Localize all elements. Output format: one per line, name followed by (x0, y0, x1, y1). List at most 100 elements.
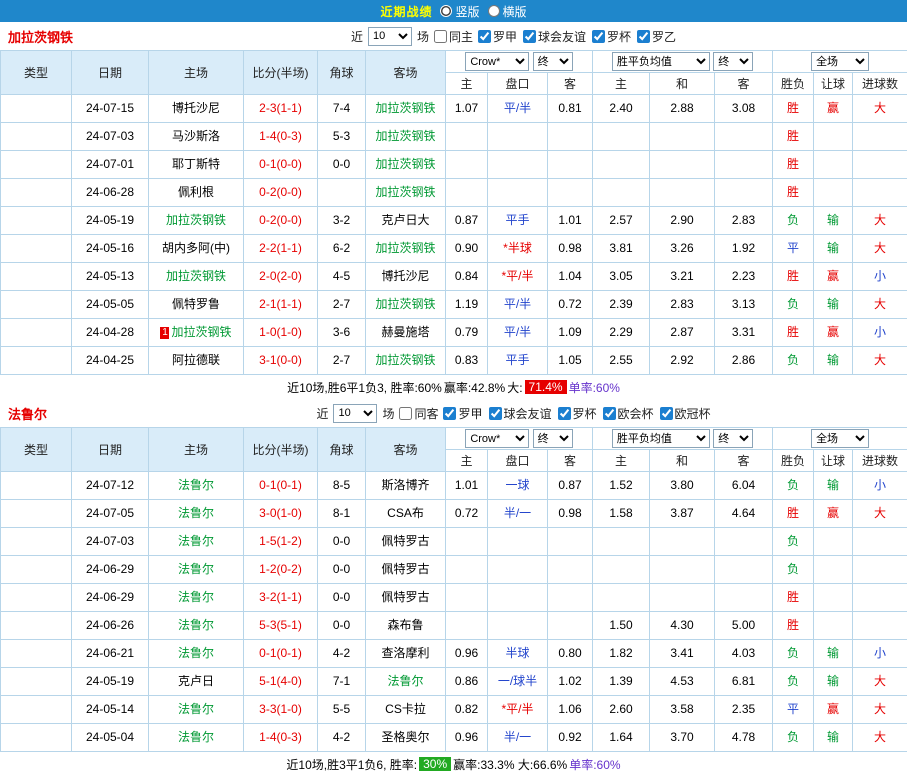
league-filter[interactable]: 罗杯 (558, 405, 597, 422)
home-team[interactable]: 胡内多阿(中) (149, 235, 244, 263)
league-filter[interactable]: 球会友谊 (489, 405, 552, 422)
away-team[interactable]: 加拉茨钢铁 (366, 95, 446, 123)
away-team[interactable]: 加拉茨钢铁 (366, 151, 446, 179)
home-team[interactable]: 博托沙尼 (149, 95, 244, 123)
vertical-radio[interactable] (440, 5, 452, 17)
odds-time-select[interactable]: 终 (533, 429, 573, 448)
home-team[interactable]: 法鲁尔 (149, 528, 244, 556)
away-team[interactable]: 佩特罗古 (366, 584, 446, 612)
avg-draw: 2.83 (650, 291, 715, 319)
league-checkbox[interactable] (478, 30, 491, 43)
away-team[interactable]: 赫曼施塔 (366, 319, 446, 347)
away-team[interactable]: 克卢日大 (366, 207, 446, 235)
league-label: 罗甲 (458, 405, 482, 422)
league-checkbox[interactable] (558, 407, 571, 420)
league-filter[interactable]: 欧会杯 (603, 405, 654, 422)
goals-result: 小 (853, 263, 907, 291)
bookmaker-select[interactable]: Crow* (465, 429, 529, 448)
away-team[interactable]: 加拉茨钢铁 (366, 347, 446, 375)
handicap-result: 输 (814, 668, 853, 696)
league-filter[interactable]: 罗乙 (637, 28, 676, 45)
col-goals: 进球数 (853, 73, 907, 95)
bookmaker-select[interactable]: Crow* (465, 52, 529, 71)
home-team[interactable]: 耶丁斯特 (149, 151, 244, 179)
recent-count-select[interactable]: 10 (368, 27, 412, 46)
goals-result: 大 (853, 724, 907, 752)
away-team[interactable]: 加拉茨钢铁 (366, 291, 446, 319)
home-team[interactable]: 法鲁尔 (149, 612, 244, 640)
match-date: 24-05-19 (72, 207, 149, 235)
away-team[interactable]: 法鲁尔 (366, 668, 446, 696)
league-filter[interactable]: 罗甲 (443, 405, 482, 422)
match-date: 24-06-29 (72, 556, 149, 584)
footer-segment: 赢率:42.8% (444, 379, 505, 396)
league-checkbox[interactable] (592, 30, 605, 43)
league-checkbox[interactable] (660, 407, 673, 420)
home-team[interactable]: 1加拉茨钢铁 (149, 319, 244, 347)
avg-home: 1.82 (593, 640, 650, 668)
handicap: 平手 (488, 207, 548, 235)
matches-table: 类型 日期 主场 比分(半场) 角球 客场 Crow* 终 胜平负均值 终 全场 (0, 50, 907, 375)
filter-bar: 近 10 场 同主 罗甲球会友谊罗杯罗乙 (231, 27, 676, 46)
home-team[interactable]: 法鲁尔 (149, 640, 244, 668)
layout-vertical-option[interactable]: 竖版 (440, 3, 479, 20)
away-team[interactable]: 佩特罗古 (366, 556, 446, 584)
league-checkbox[interactable] (523, 30, 536, 43)
home-team[interactable]: 法鲁尔 (149, 584, 244, 612)
same-venue-filter[interactable]: 同主 (434, 28, 473, 45)
col-odds-home: 主 (446, 450, 488, 472)
home-team[interactable]: 佩利根 (149, 179, 244, 207)
home-team[interactable]: 法鲁尔 (149, 556, 244, 584)
goals-result: 大 (853, 207, 907, 235)
home-team[interactable]: 加拉茨钢铁 (149, 263, 244, 291)
away-team[interactable]: CS卡拉 (366, 696, 446, 724)
same-venue-checkbox[interactable] (434, 30, 447, 43)
home-team[interactable]: 克卢日 (149, 668, 244, 696)
corners: 0-0 (318, 612, 366, 640)
away-team[interactable]: 斯洛博齐 (366, 472, 446, 500)
away-team[interactable]: 森布鲁 (366, 612, 446, 640)
home-team[interactable]: 佩特罗鲁 (149, 291, 244, 319)
layout-horizontal-option[interactable]: 横版 (488, 3, 527, 20)
scope-select[interactable]: 全场 (811, 429, 869, 448)
away-team[interactable]: 加拉茨钢铁 (366, 123, 446, 151)
league-filter[interactable]: 罗杯 (592, 28, 631, 45)
league-filter[interactable]: 罗甲 (478, 28, 517, 45)
handicap-result: 输 (814, 291, 853, 319)
home-team[interactable]: 法鲁尔 (149, 472, 244, 500)
odds-time-select[interactable]: 终 (533, 52, 573, 71)
away-team[interactable]: 圣格奥尔 (366, 724, 446, 752)
home-team[interactable]: 法鲁尔 (149, 696, 244, 724)
away-team[interactable]: 博托沙尼 (366, 263, 446, 291)
league-checkbox[interactable] (443, 407, 456, 420)
horizontal-radio[interactable] (488, 5, 500, 17)
home-team[interactable]: 阿拉德联 (149, 347, 244, 375)
home-team[interactable]: 法鲁尔 (149, 500, 244, 528)
avg-select[interactable]: 胜平负均值 (612, 52, 710, 71)
same-venue-checkbox[interactable] (399, 407, 412, 420)
league-filter[interactable]: 欧冠杯 (660, 405, 711, 422)
scope-select[interactable]: 全场 (811, 52, 869, 71)
away-team[interactable]: CSA布 (366, 500, 446, 528)
handicap: 一/球半 (488, 668, 548, 696)
result: 胜 (773, 151, 814, 179)
league-checkbox[interactable] (603, 407, 616, 420)
goals-result: 大 (853, 696, 907, 724)
home-team[interactable]: 加拉茨钢铁 (149, 207, 244, 235)
league-checkbox[interactable] (489, 407, 502, 420)
avg-select[interactable]: 胜平负均值 (612, 429, 710, 448)
avg-time-select[interactable]: 终 (713, 429, 753, 448)
league-checkbox[interactable] (637, 30, 650, 43)
recent-count-select[interactable]: 10 (333, 404, 377, 423)
avg-time-select[interactable]: 终 (713, 52, 753, 71)
away-team[interactable]: 佩特罗古 (366, 528, 446, 556)
match-date: 24-05-04 (72, 724, 149, 752)
away-team[interactable]: 查洛摩利 (366, 640, 446, 668)
league-filter[interactable]: 球会友谊 (523, 28, 586, 45)
same-venue-filter[interactable]: 同客 (399, 405, 438, 422)
away-team[interactable]: 加拉茨钢铁 (366, 235, 446, 263)
home-team[interactable]: 法鲁尔 (149, 724, 244, 752)
away-team[interactable]: 加拉茨钢铁 (366, 179, 446, 207)
home-team[interactable]: 马沙斯洛 (149, 123, 244, 151)
goals-result: 大 (853, 95, 907, 123)
